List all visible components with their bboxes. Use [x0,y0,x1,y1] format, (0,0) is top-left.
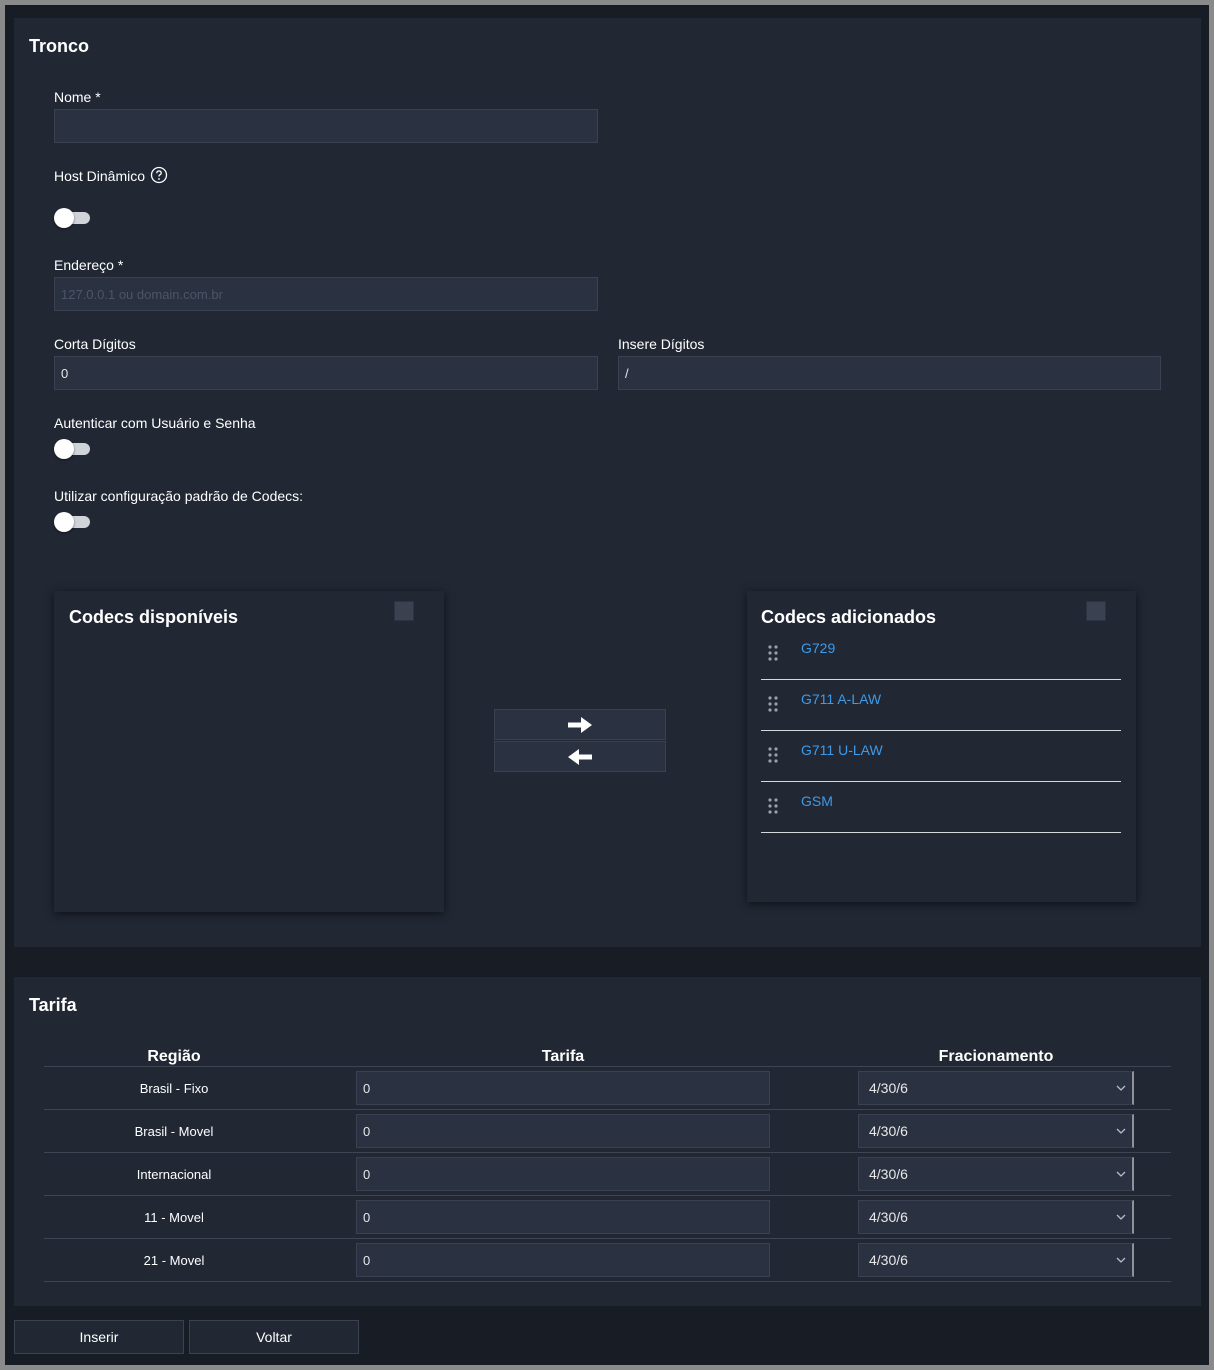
chevron-down-icon [1116,1257,1126,1263]
auth-toggle[interactable] [54,438,92,459]
header-regiao: Região [147,1048,201,1065]
region-label: Internacional [136,1167,212,1182]
region-label: Brasil - Movel [134,1124,214,1139]
nome-input[interactable] [54,109,598,143]
header-tarifa: Tarifa [541,1048,585,1065]
codecs-default-label: Utilizar configuração padrão de Codecs: [54,488,304,504]
codec-name[interactable]: G711 A-LAW [801,691,881,707]
codec-item[interactable]: G711 U-LAW [761,731,1121,782]
fracionamento-value: 4/30/6 [869,1080,908,1096]
tarifa-input[interactable] [356,1157,770,1191]
tarifa-input[interactable] [356,1243,770,1277]
codecs-added-panel: Codecs adicionados G729 G711 A-LAW G711 … [747,591,1136,902]
fracionamento-value: 4/30/6 [869,1123,908,1139]
nome-label: Nome * [54,89,101,105]
arrow-left-icon [568,748,592,765]
codecs-available-panel: Codecs disponíveis [54,591,444,912]
region-label: 11 - Movel [144,1210,204,1225]
codec-item[interactable]: G729 [761,629,1121,680]
drag-handle-icon[interactable] [767,644,779,662]
fracionamento-value: 4/30/6 [869,1166,908,1182]
endereco-input[interactable] [54,277,598,311]
fracionamento-select[interactable]: 4/30/6 [858,1200,1134,1234]
insere-digitos-input[interactable] [618,356,1161,390]
header-fracionamento: Fracionamento [938,1048,1054,1065]
fracionamento-value: 4/30/6 [869,1252,908,1268]
region-label: 21 - Movel [143,1253,205,1268]
row-divider [44,1109,1171,1110]
select-all-available-checkbox[interactable] [394,601,414,621]
codec-name[interactable]: GSM [801,793,833,809]
codecs-available-title: Codecs disponíveis [69,607,239,627]
insert-button[interactable]: Inserir [14,1320,184,1354]
tronco-title: Tronco [29,36,90,56]
chevron-down-icon [1116,1214,1126,1220]
select-all-added-checkbox[interactable] [1086,601,1106,621]
move-right-button[interactable] [494,709,666,740]
host-dinamico-label: Host Dinâmico [54,168,146,184]
codecs-default-toggle[interactable] [54,511,92,532]
fracionamento-select[interactable]: 4/30/6 [858,1114,1134,1148]
tarifa-input[interactable] [356,1200,770,1234]
back-button[interactable]: Voltar [189,1320,359,1354]
host-dinamico-toggle[interactable] [54,207,92,228]
corta-digitos-label: Corta Dígitos [54,336,136,352]
chevron-down-icon [1116,1085,1126,1091]
codec-name[interactable]: G711 U-LAW [801,742,883,758]
auth-label: Autenticar com Usuário e Senha [54,415,256,431]
row-divider [44,1195,1171,1196]
drag-handle-icon[interactable] [767,797,779,815]
endereco-label: Endereço * [54,257,124,273]
tarifa-title: Tarifa [29,995,77,1015]
row-divider [44,1066,1171,1067]
move-left-button[interactable] [494,741,666,772]
row-divider [44,1152,1171,1153]
codec-name[interactable]: G729 [801,640,835,656]
chevron-down-icon [1116,1171,1126,1177]
drag-handle-icon[interactable] [767,695,779,713]
row-divider [44,1238,1171,1239]
region-label: Brasil - Fixo [139,1081,209,1096]
fracionamento-value: 4/30/6 [869,1209,908,1225]
arrow-right-icon [568,716,592,733]
codec-item[interactable]: G711 A-LAW [761,680,1121,731]
row-divider [44,1281,1171,1282]
insere-digitos-label: Insere Dígitos [618,336,705,352]
fracionamento-select[interactable]: 4/30/6 [858,1157,1134,1191]
drag-handle-icon[interactable] [767,746,779,764]
fracionamento-select[interactable]: 4/30/6 [858,1071,1134,1105]
chevron-down-icon [1116,1128,1126,1134]
corta-digitos-input[interactable] [54,356,598,390]
tarifa-input[interactable] [356,1071,770,1105]
tarifa-input[interactable] [356,1114,770,1148]
help-circle-icon[interactable] [150,166,168,184]
codecs-added-title: Codecs adicionados [761,607,937,627]
fracionamento-select[interactable]: 4/30/6 [858,1243,1134,1277]
codec-item[interactable]: GSM [761,782,1121,833]
